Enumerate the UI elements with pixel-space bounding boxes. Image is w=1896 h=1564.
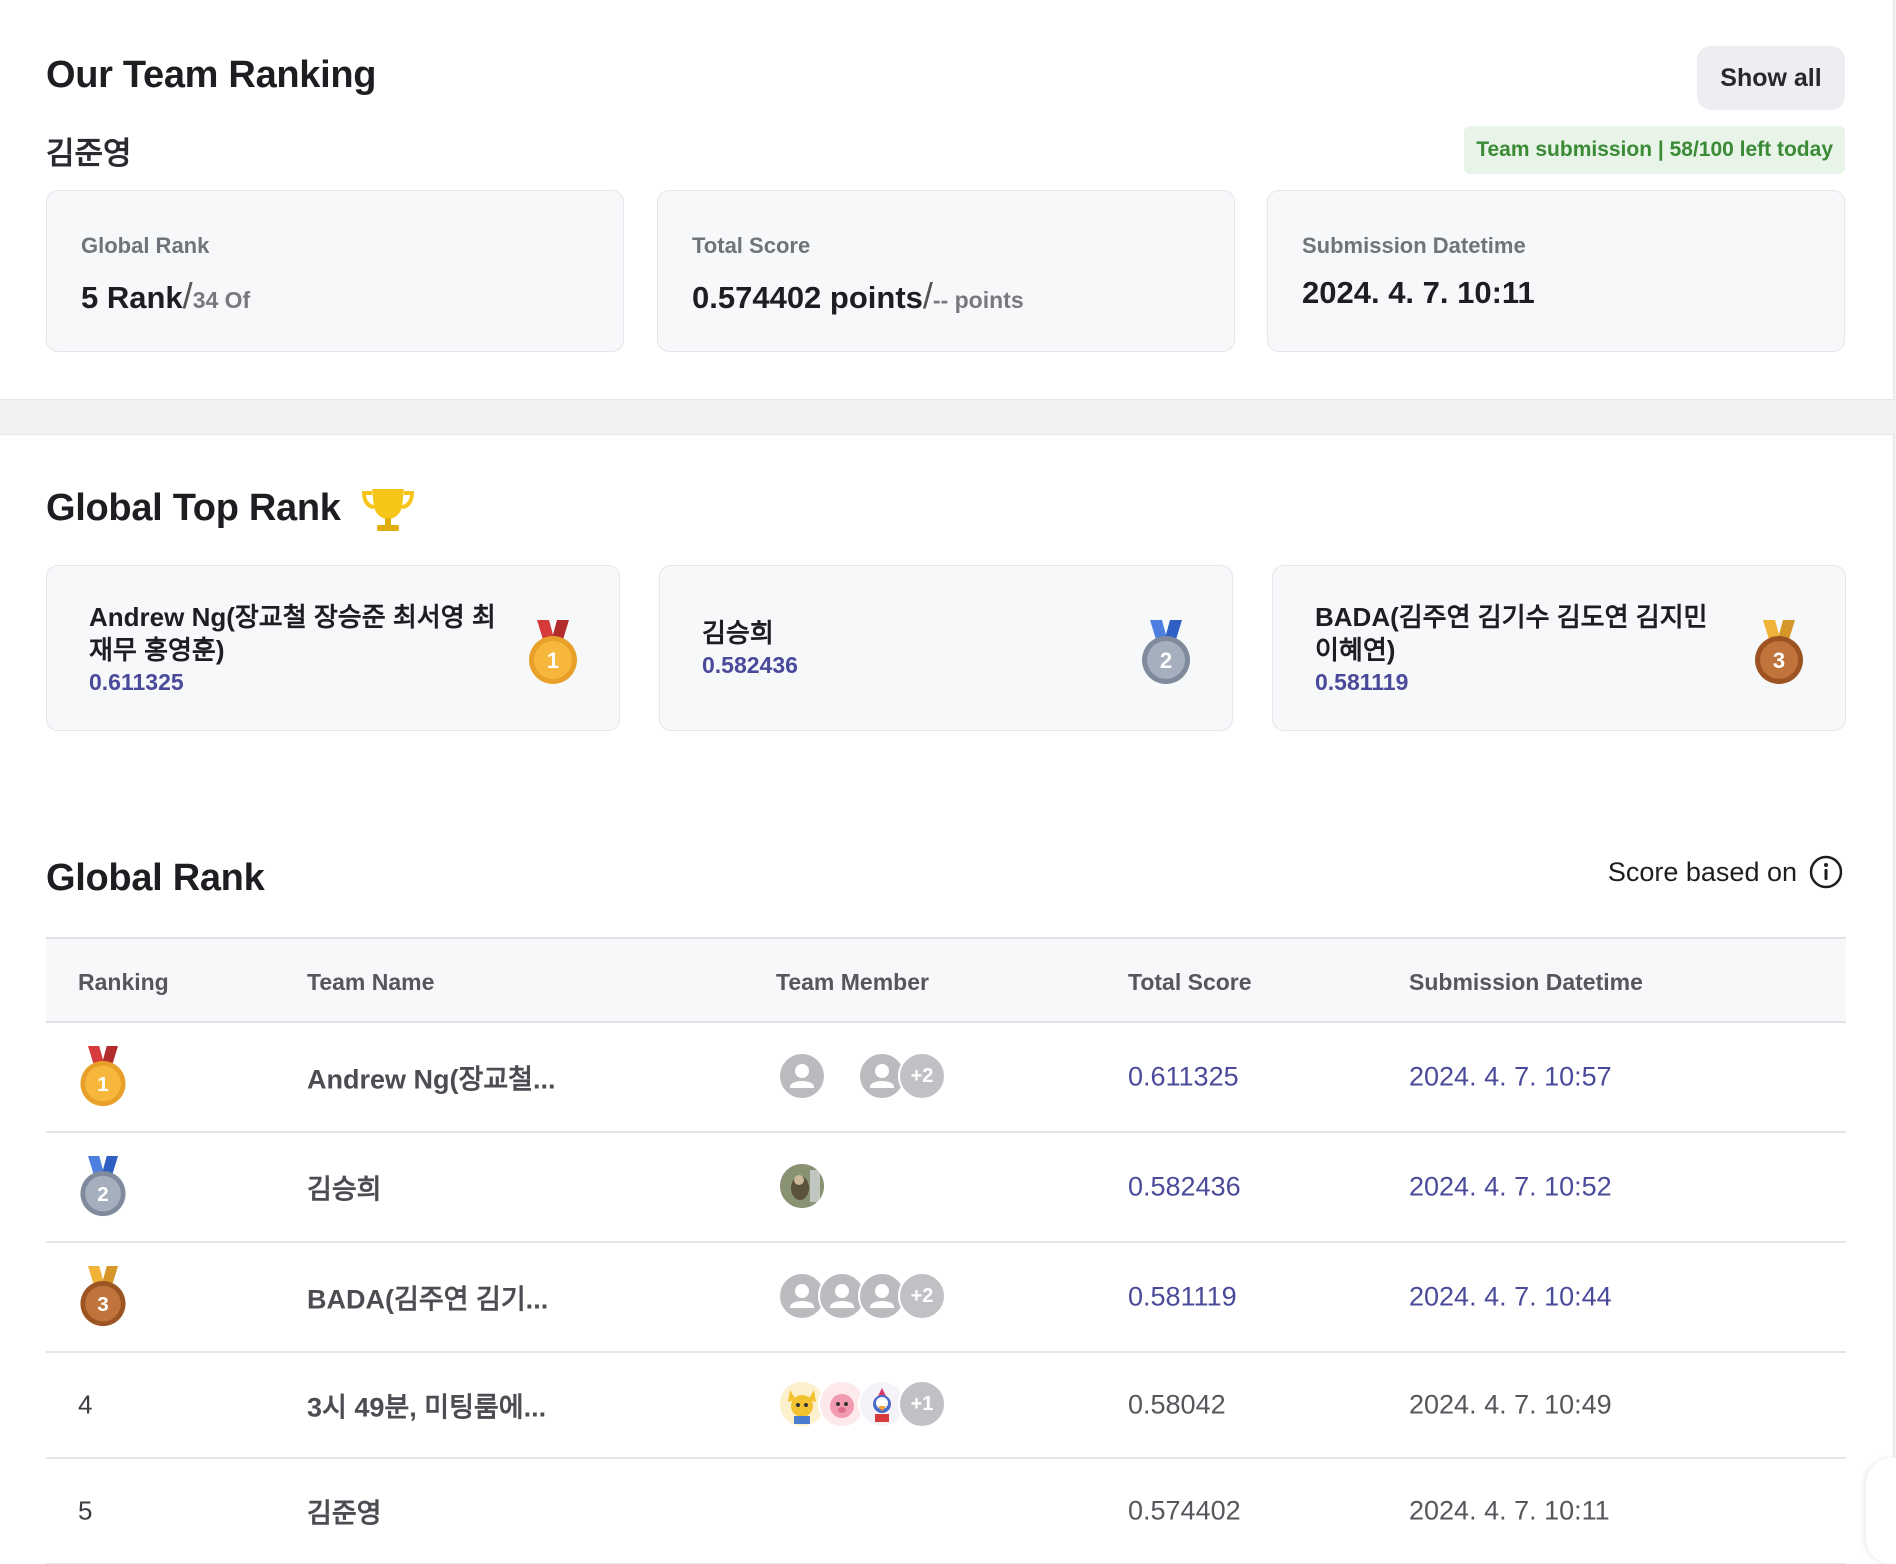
top-card-2-name: 김승희 <box>702 618 774 648</box>
team-ranking-panel: Our Team Ranking Show all 김준영 Team submi… <box>0 0 1894 400</box>
more-members-badge: +1 <box>898 1380 946 1428</box>
total-score-label: Total Score <box>692 233 811 258</box>
team-ranking-title: Our Team Ranking <box>46 54 377 96</box>
gold-medal-icon <box>527 620 579 686</box>
team-members <box>778 1162 978 1212</box>
scrollbar-handle[interactable] <box>1866 1458 1896 1564</box>
score-sub: -- points <box>932 287 1024 313</box>
my-team-name: 김준영 <box>46 136 132 171</box>
top-card-1-score: 0.611325 <box>89 668 184 695</box>
row-rank: 5 <box>78 1495 93 1526</box>
col-team-name: Team Name <box>307 969 435 995</box>
more-members-badge: +2 <box>898 1052 946 1100</box>
avatar-photo <box>778 1162 826 1210</box>
row-team-name: Andrew Ng(장교철... <box>307 1064 556 1095</box>
col-team-member: Team Member <box>776 969 929 995</box>
score-value: 0.574402 points <box>692 280 923 315</box>
row-date: 2024. 4. 7. 10:57 <box>1409 1061 1612 1092</box>
table-row[interactable]: Andrew Ng(장교철... +2 0.611325 2024. 4. 7.… <box>46 1023 1846 1133</box>
more-members-badge: +2 <box>898 1272 946 1320</box>
row-score: 0.581119 <box>1128 1281 1237 1312</box>
global-rank-table: Ranking Team Name Team Member Total Scor… <box>46 937 1846 1564</box>
row-score: 0.58042 <box>1128 1389 1226 1420</box>
row-rank: 4 <box>78 1389 93 1420</box>
silver-medal-icon <box>1140 620 1192 686</box>
col-total-score: Total Score <box>1128 969 1252 995</box>
row-team-name: BADA(김주연 김기... <box>307 1284 549 1315</box>
table-row[interactable]: BADA(김주연 김기... +2 0.581119 2024. 4. 7. 1… <box>46 1243 1846 1353</box>
col-ranking: Ranking <box>78 969 169 995</box>
row-team-name: 김승희 <box>307 1174 382 1205</box>
info-icon[interactable] <box>1809 855 1843 889</box>
team-members: +2 <box>778 1052 978 1102</box>
top-card-1[interactable]: Andrew Ng(장교철 장승준 최서영 최재무 홍영훈) 0.611325 <box>46 565 620 731</box>
submission-datetime-card: Submission Datetime 2024. 4. 7. 10:11 <box>1267 190 1845 352</box>
row-score: 0.574402 <box>1128 1495 1241 1526</box>
top-card-2-score: 0.582436 <box>702 652 798 678</box>
team-members: +1 <box>778 1380 978 1430</box>
top-card-3[interactable]: BADA(김주연 김기수 김도연 김지민 이혜연) 0.581119 <box>1272 565 1846 731</box>
submission-badge: Team submission | 58/100 left today <box>1464 126 1845 174</box>
gold-medal-icon <box>78 1046 128 1108</box>
table-row[interactable]: 4 3시 49분, 미팅룸에... +1 0.58042 2024. 4. 7.… <box>46 1353 1846 1459</box>
row-date: 2024. 4. 7. 10:49 <box>1409 1389 1612 1420</box>
avatar <box>778 1052 826 1100</box>
top-card-3-name: BADA(김주연 김기수 김도연 김지민 이혜연) <box>1315 601 1708 665</box>
submission-datetime-value: 2024. 4. 7. 10:11 <box>1302 275 1535 310</box>
top-card-1-name: Andrew Ng(장교철 장승준 최서영 최재무 홍영훈) <box>89 601 496 665</box>
top-card-2-text: 김승희 0.582436 <box>702 566 1122 730</box>
table-row[interactable]: 5 김준영 0.574402 2024. 4. 7. 10:11 <box>46 1459 1846 1564</box>
bronze-medal-icon <box>78 1266 128 1328</box>
row-team-name: 3시 49분, 미팅룸에... <box>307 1392 547 1423</box>
row-score: 0.582436 <box>1128 1171 1241 1202</box>
rank-value: 5 Rank <box>81 280 183 315</box>
top-card-3-score: 0.581119 <box>1315 668 1409 695</box>
top-card-3-text: BADA(김주연 김기수 김도연 김지민 이혜연) 0.581119 <box>1315 566 1735 730</box>
global-top-title: Global Top Rank <box>46 487 341 529</box>
table-header: Ranking Team Name Team Member Total Scor… <box>46 937 1846 1023</box>
top-card-1-text: Andrew Ng(장교철 장승준 최서영 최재무 홍영훈) 0.611325 <box>89 566 509 730</box>
rank-divider: / <box>182 275 193 316</box>
global-panel: Global Top Rank Andrew Ng(장교철 장승준 최서영 최재… <box>0 434 1894 1564</box>
row-date: 2024. 4. 7. 10:52 <box>1409 1171 1612 1202</box>
global-rank-value: 5 Rank/34 Of <box>81 275 250 317</box>
score-divider: / <box>922 275 933 316</box>
global-rank-title: Global Rank <box>46 857 265 899</box>
row-date: 2024. 4. 7. 10:11 <box>1409 1495 1610 1526</box>
global-rank-card: Global Rank 5 Rank/34 Of <box>46 190 624 352</box>
score-based-info[interactable]: Score based on <box>1608 855 1843 889</box>
row-date: 2024. 4. 7. 10:44 <box>1409 1281 1612 1312</box>
submission-datetime-label: Submission Datetime <box>1302 233 1526 258</box>
total-score-card: Total Score 0.574402 points/-- points <box>657 190 1235 352</box>
table-row[interactable]: 김승희 0.582436 2024. 4. 7. 10:52 <box>46 1133 1846 1243</box>
col-submission-datetime: Submission Datetime <box>1409 969 1643 995</box>
global-rank-label: Global Rank <box>81 233 210 258</box>
bronze-medal-icon <box>1753 620 1805 686</box>
trophy-icon <box>362 489 414 531</box>
rank-total: 34 Of <box>192 287 251 313</box>
team-members: +2 <box>778 1272 978 1322</box>
row-team-name: 김준영 <box>307 1498 382 1529</box>
show-all-button[interactable]: Show all <box>1697 46 1845 110</box>
total-score-value: 0.574402 points/-- points <box>692 275 1024 317</box>
top-card-2[interactable]: 김승희 0.582436 <box>659 565 1233 731</box>
silver-medal-icon <box>78 1156 128 1218</box>
score-based-label: Score based on <box>1607 856 1797 887</box>
row-score: 0.611325 <box>1128 1061 1239 1092</box>
